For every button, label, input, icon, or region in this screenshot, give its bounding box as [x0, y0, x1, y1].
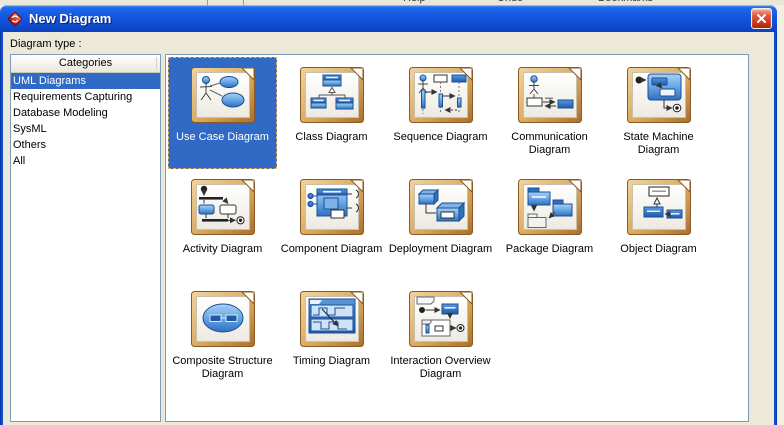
background-menu-fragment: Undo	[497, 0, 523, 4]
diagram-cell-communication-diagram[interactable]: Communication Diagram	[495, 57, 604, 169]
screen: Help Undo Bookmarks New Diagram	[0, 0, 784, 425]
category-item-sysml[interactable]: SysML	[11, 121, 160, 137]
diagram-cell-use-case-diagram[interactable]: Use Case Diagram	[168, 57, 277, 169]
diagram-cell-label: Package Diagram	[506, 243, 593, 256]
diagram-cell-label: Component Diagram	[281, 243, 383, 256]
diagram-cell-label: Communication Diagram	[498, 131, 602, 157]
category-item-database-modeling[interactable]: Database Modeling	[11, 105, 160, 121]
diagram-cell-label: Class Diagram	[295, 131, 367, 144]
diagram-cell-composite-structure-diagram[interactable]: Composite Structure Diagram	[168, 281, 277, 393]
communication-diagram-icon	[518, 67, 582, 123]
activity-diagram-icon	[191, 179, 255, 235]
diagram-cell-label: Activity Diagram	[183, 243, 262, 256]
app-icon	[7, 11, 23, 27]
categories-list: UML DiagramsRequirements CapturingDataba…	[11, 73, 160, 169]
background-menu-fragment: Help	[403, 0, 426, 4]
close-button[interactable]	[751, 8, 772, 29]
use-case-diagram-icon	[191, 67, 255, 123]
package-diagram-icon	[518, 179, 582, 235]
object-diagram-icon	[627, 179, 691, 235]
diagram-cell-activity-diagram[interactable]: Activity Diagram	[168, 169, 277, 281]
diagram-cell-object-diagram[interactable]: Object Diagram	[604, 169, 713, 281]
diagram-cell-label: Object Diagram	[620, 243, 696, 256]
dialog-title: New Diagram	[29, 11, 751, 26]
category-item-all[interactable]: All	[11, 153, 160, 169]
interaction-overview-diagram-icon	[409, 291, 473, 347]
diagram-cell-deployment-diagram[interactable]: Deployment Diagram	[386, 169, 495, 281]
categories-panel: Categories UML DiagramsRequirements Capt…	[10, 54, 161, 422]
diagram-cell-state-machine-diagram[interactable]: State Machine Diagram	[604, 57, 713, 169]
diagram-cell-package-diagram[interactable]: Package Diagram	[495, 169, 604, 281]
close-icon	[756, 13, 767, 24]
category-item-others[interactable]: Others	[11, 137, 160, 153]
diagram-cell-label: Interaction Overview Diagram	[389, 355, 493, 381]
diagram-cell-timing-diagram[interactable]: Timing Diagram	[277, 281, 386, 393]
deployment-diagram-icon	[409, 179, 473, 235]
category-item-requirements-capturing[interactable]: Requirements Capturing	[11, 89, 160, 105]
diagram-cell-label: Deployment Diagram	[389, 243, 492, 256]
categories-header: Categories	[11, 55, 160, 73]
diagram-cell-label: Use Case Diagram	[176, 131, 269, 144]
diagram-grid: Use Case Diagram Class Diagram Sequence Di…	[165, 54, 749, 422]
state-machine-diagram-icon	[627, 67, 691, 123]
category-item-uml-diagrams[interactable]: UML Diagrams	[11, 73, 160, 89]
composite-structure-diagram-icon	[191, 291, 255, 347]
timing-diagram-icon	[300, 291, 364, 347]
class-diagram-icon	[300, 67, 364, 123]
diagram-cell-label: State Machine Diagram	[607, 131, 711, 157]
new-diagram-dialog: New Diagram Diagram type : Categories UM…	[0, 5, 777, 425]
diagram-cell-sequence-diagram[interactable]: Sequence Diagram	[386, 57, 495, 169]
diagram-cell-component-diagram[interactable]: Component Diagram	[277, 169, 386, 281]
diagram-type-label: Diagram type :	[3, 32, 774, 54]
diagram-cell-label: Timing Diagram	[293, 355, 370, 368]
dialog-body: Diagram type : Categories UML DiagramsRe…	[3, 32, 774, 425]
diagram-cell-label: Composite Structure Diagram	[171, 355, 275, 381]
panels: Categories UML DiagramsRequirements Capt…	[10, 54, 774, 422]
component-diagram-icon	[300, 179, 364, 235]
background-menu-fragment: Bookmarks	[598, 0, 653, 4]
diagram-cell-class-diagram[interactable]: Class Diagram	[277, 57, 386, 169]
sequence-diagram-icon	[409, 67, 473, 123]
diagram-cell-interaction-overview-diagram[interactable]: Interaction Overview Diagram	[386, 281, 495, 393]
diagram-cell-label: Sequence Diagram	[393, 131, 487, 144]
titlebar[interactable]: New Diagram	[0, 5, 777, 32]
